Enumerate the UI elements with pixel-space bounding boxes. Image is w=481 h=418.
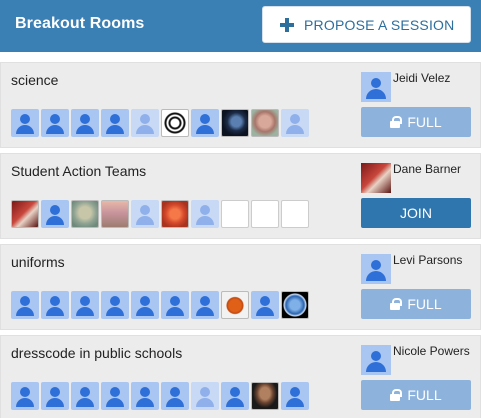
lock-icon: [390, 116, 403, 128]
participant-avatar-icon[interactable]: [101, 382, 129, 410]
participant-photo[interactable]: [161, 109, 189, 137]
participant-avatar-icon[interactable]: [131, 382, 159, 410]
participant-avatar-icon[interactable]: [41, 382, 69, 410]
participant-photo[interactable]: [71, 200, 99, 228]
participant-avatar-icon[interactable]: [131, 200, 159, 228]
participant-avatar-icon[interactable]: [131, 291, 159, 319]
participant-photo[interactable]: [221, 291, 249, 319]
participant-photo[interactable]: [251, 109, 279, 137]
full-button: FULL: [361, 380, 471, 410]
participant-photo[interactable]: [281, 291, 309, 319]
participant-seats: [11, 109, 309, 137]
participant-avatar-icon[interactable]: [11, 291, 39, 319]
room-name: science: [11, 72, 59, 88]
host-name: Levi Parsons: [393, 253, 463, 267]
full-button: FULL: [361, 289, 471, 319]
participant-avatar-icon[interactable]: [41, 291, 69, 319]
action-label: FULL: [407, 387, 442, 403]
host-avatar-icon[interactable]: [361, 345, 391, 375]
room-name: Student Action Teams: [11, 163, 147, 179]
participant-seats: [11, 200, 309, 228]
action-label: FULL: [407, 296, 442, 312]
participant-avatar-icon[interactable]: [71, 382, 99, 410]
participant-avatar-icon[interactable]: [71, 109, 99, 137]
participant-avatar-icon[interactable]: [281, 109, 309, 137]
participant-avatar-icon[interactable]: [191, 109, 219, 137]
participant-avatar-icon[interactable]: [11, 382, 39, 410]
plus-icon: [280, 17, 294, 32]
host-name: Nicole Powers: [393, 344, 470, 358]
participant-avatar-icon[interactable]: [101, 291, 129, 319]
host-avatar-photo[interactable]: [361, 163, 391, 193]
host-name: Jeidi Velez: [393, 71, 451, 85]
page-title: Breakout Rooms: [15, 15, 145, 32]
action-label: FULL: [407, 114, 442, 130]
participant-avatar-icon[interactable]: [71, 291, 99, 319]
room-card: science Jeidi Velez FULL: [0, 62, 481, 148]
room-card: dresscode in public schools Nicole Powers…: [0, 335, 481, 418]
empty-seat: [281, 200, 309, 228]
participant-avatar-icon[interactable]: [281, 382, 309, 410]
host-avatar-icon[interactable]: [361, 254, 391, 284]
participant-avatar-icon[interactable]: [11, 109, 39, 137]
participant-photo[interactable]: [11, 200, 39, 228]
header-bar: Breakout Rooms PROPOSE A SESSION: [0, 0, 481, 52]
lock-icon: [390, 298, 403, 310]
propose-session-button[interactable]: PROPOSE A SESSION: [262, 6, 471, 43]
propose-session-label: PROPOSE A SESSION: [304, 16, 455, 33]
lock-icon: [390, 389, 403, 401]
participant-avatar-icon[interactable]: [41, 200, 69, 228]
empty-seat: [251, 200, 279, 228]
participant-photo[interactable]: [251, 382, 279, 410]
participant-avatar-icon[interactable]: [191, 382, 219, 410]
host-avatar-icon[interactable]: [361, 72, 391, 102]
join-button[interactable]: JOIN: [361, 198, 471, 228]
participant-avatar-icon[interactable]: [161, 382, 189, 410]
participant-avatar-icon[interactable]: [41, 109, 69, 137]
participant-photo[interactable]: [101, 200, 129, 228]
participant-avatar-icon[interactable]: [191, 200, 219, 228]
participant-avatar-icon[interactable]: [101, 109, 129, 137]
room-card: Student Action Teams Dane Barner JOIN: [0, 153, 481, 239]
room-name: dresscode in public schools: [11, 345, 183, 361]
participant-seats: [11, 291, 309, 319]
participant-photo[interactable]: [221, 109, 249, 137]
participant-avatar-icon[interactable]: [131, 109, 159, 137]
host-name: Dane Barner: [393, 162, 462, 176]
participant-avatar-icon[interactable]: [191, 291, 219, 319]
participant-avatar-icon[interactable]: [251, 291, 279, 319]
empty-seat: [221, 200, 249, 228]
participant-seats: [11, 382, 309, 410]
participant-avatar-icon[interactable]: [221, 382, 249, 410]
participant-photo[interactable]: [161, 200, 189, 228]
room-name: uniforms: [11, 254, 65, 270]
participant-avatar-icon[interactable]: [161, 291, 189, 319]
action-label: JOIN: [400, 205, 432, 221]
full-button: FULL: [361, 107, 471, 137]
room-card: uniforms Levi Parsons FULL: [0, 244, 481, 330]
